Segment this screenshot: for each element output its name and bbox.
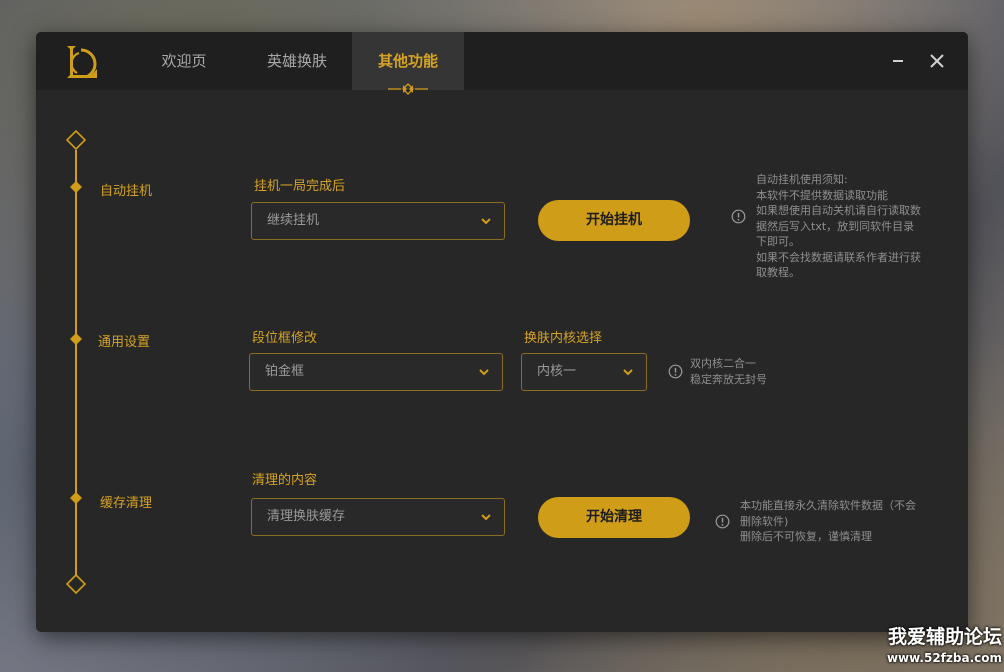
skin-core-note: 双内核二合一 稳定奔放无封号 xyxy=(690,356,830,387)
title-bar: 欢迎页 英雄换肤 其他功能 xyxy=(36,32,968,90)
after-game-select-value: 继续挂机 xyxy=(267,213,320,228)
watermark-title: 我爱辅助论坛 xyxy=(887,626,1002,648)
active-tab-ornament-icon xyxy=(388,83,428,95)
note-line: 自动挂机使用须知: xyxy=(756,173,848,186)
timeline-label-general-settings: 通用设置 xyxy=(98,335,151,350)
start-cleanup-button[interactable]: 开始清理 xyxy=(538,497,690,538)
after-game-select[interactable]: 继续挂机 xyxy=(251,202,505,240)
note-line: 下即可。 xyxy=(756,235,800,248)
note-line: 如果不会找数据请联系作者进行获 xyxy=(756,250,921,264)
rank-frame-select-value: 铂金框 xyxy=(265,364,305,379)
cleanup-content-label: 清理的内容 xyxy=(252,473,318,488)
cleanup-content-select-value: 清理换肤缓存 xyxy=(267,509,346,524)
info-icon xyxy=(715,514,730,529)
chevron-down-icon xyxy=(481,218,491,225)
site-watermark: 我爱辅助论坛 www.52fzba.com xyxy=(882,624,1002,666)
note-line: 据然后写入txt，放到同软件目录 xyxy=(756,219,915,233)
note-line: 双内核二合一 xyxy=(690,357,756,370)
after-game-label: 挂机一局完成后 xyxy=(254,179,346,194)
start-afk-button[interactable]: 开始挂机 xyxy=(538,200,690,241)
note-line: 稳定奔放无封号 xyxy=(690,372,767,386)
minimize-icon[interactable] xyxy=(887,50,909,72)
tab-welcome[interactable]: 欢迎页 xyxy=(146,32,222,90)
timeline-label-auto-afk: 自动挂机 xyxy=(100,184,153,199)
tab-other-features[interactable]: 其他功能 xyxy=(352,32,464,90)
skin-core-select[interactable]: 内核一 xyxy=(521,353,647,391)
note-line: 本功能直接永久清除软件数据（不会 xyxy=(740,499,916,512)
note-line: 取教程。 xyxy=(756,266,800,279)
league-logo-icon xyxy=(67,46,97,79)
app-window: 欢迎页 英雄换肤 其他功能 自动挂机 通用设置 缓存清理 挂机一局完成后 继续挂… xyxy=(36,32,968,632)
close-icon[interactable] xyxy=(926,50,948,72)
rank-frame-label: 段位框修改 xyxy=(252,331,318,346)
cleanup-note: 本功能直接永久清除软件数据（不会 删除软件) 删除后不可恢复，谨慎清理 xyxy=(740,498,950,545)
info-icon xyxy=(668,364,683,379)
skin-core-label: 换肤内核选择 xyxy=(524,331,603,346)
info-icon xyxy=(731,209,746,224)
note-line: 删除后不可恢复，谨慎清理 xyxy=(740,530,872,543)
auto-afk-note: 自动挂机使用须知: 本软件不提供数据读取功能 如果想使用自动关机请自行读取数 据… xyxy=(756,172,946,281)
note-line: 本软件不提供数据读取功能 xyxy=(756,188,888,202)
note-line: 如果想使用自动关机请自行读取数 xyxy=(756,204,921,217)
timeline-label-cache-cleanup: 缓存清理 xyxy=(100,496,153,511)
section-timeline xyxy=(65,129,87,595)
skin-core-select-value: 内核一 xyxy=(537,364,577,379)
chevron-down-icon xyxy=(479,369,489,376)
chevron-down-icon xyxy=(623,369,633,376)
tab-hero-skins[interactable]: 英雄换肤 xyxy=(251,32,343,90)
rank-frame-select[interactable]: 铂金框 xyxy=(249,353,503,391)
cleanup-content-select[interactable]: 清理换肤缓存 xyxy=(251,498,505,536)
watermark-url: www.52fzba.com xyxy=(886,651,1002,665)
chevron-down-icon xyxy=(481,514,491,521)
note-line: 删除软件) xyxy=(740,514,789,528)
